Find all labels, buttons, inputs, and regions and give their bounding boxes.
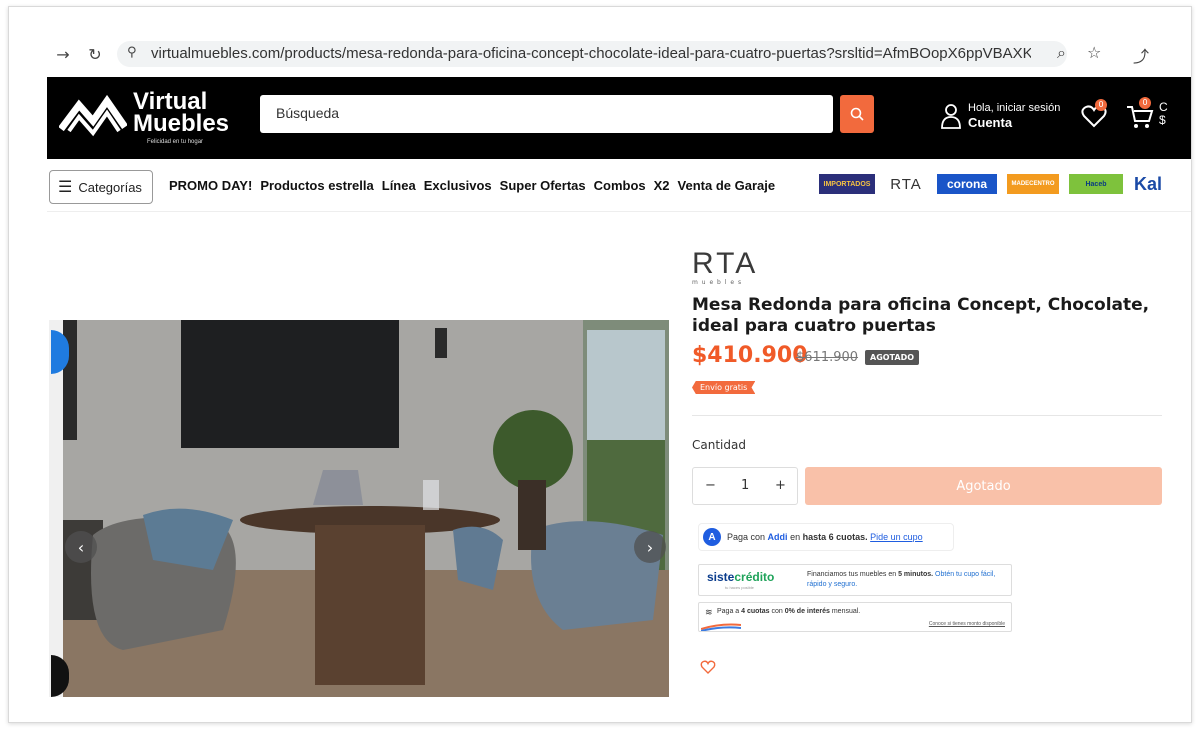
nav-link[interactable]: Línea — [382, 178, 416, 193]
installments-text: Paga a 4 cuotas con 0% de interés mensua… — [717, 608, 860, 615]
account-label: Cuenta — [968, 115, 1013, 130]
chevron-right-icon[interactable]: › — [634, 531, 666, 563]
installments-text-c: mensual. — [831, 608, 861, 615]
brand-logo-sub: m u e b l e s — [692, 279, 743, 286]
logo-line2: Muebles — [133, 110, 230, 137]
search-placeholder: Búsqueda — [276, 105, 340, 121]
menu-icon: ☰ — [58, 179, 73, 196]
search-input[interactable]: Búsqueda — [260, 95, 833, 133]
product-title: Mesa Redonda para oficina Concept, Choco… — [692, 295, 1150, 336]
installments-text-b: con — [771, 608, 783, 615]
cart-text-bottom: $ — [1159, 113, 1166, 127]
cart-text[interactable]: C $ — [1159, 101, 1168, 127]
sistecredito-logo-b: crédito — [734, 570, 775, 584]
sistecredito-logo: sistecrédito — [707, 570, 774, 584]
brand-logo-text: RTA — [692, 247, 759, 280]
sistecredito-msg-a: Financiamos tus muebles en — [807, 571, 897, 578]
sistecredito-logo-a: siste — [707, 570, 735, 584]
quantity-stepper: − 1 + — [692, 467, 798, 505]
addi-text-mid: en — [790, 532, 801, 542]
categories-label: Categorías — [78, 179, 142, 195]
brand-logo-corona[interactable]: corona — [937, 174, 997, 194]
installments-link[interactable]: Conoce si tienes monto disponible — [929, 621, 1005, 627]
logo-tagline: Felicidad en tu hogar — [147, 139, 204, 145]
zoom-icon[interactable]: ⌕ — [1057, 43, 1066, 63]
url-text[interactable]: virtualmuebles.com/products/mesa-redonda… — [151, 45, 1031, 62]
nav-link[interactable]: X2 — [654, 178, 670, 193]
sold-out-button[interactable]: Agotado — [805, 467, 1162, 505]
reload-icon[interactable]: ↻ — [85, 45, 105, 64]
logo-text[interactable]: Virtual Muebles — [133, 90, 230, 137]
addi-payment-banner: A Paga con Addi en hasta 6 cuotas. Pide … — [698, 523, 954, 551]
product-price: $410.900 — [692, 343, 808, 368]
nav-link[interactable]: Super Ofertas — [500, 178, 586, 193]
site-header: Virtual Muebles Felicidad en tu hogar Bú… — [47, 77, 1191, 159]
sold-out-badge: AGOTADO — [865, 350, 920, 365]
installments-interest: 0% de interés — [784, 608, 830, 615]
sistecredito-tagline: tu haces posible — [725, 585, 754, 590]
brand-logo-kal[interactable]: Kal — [1133, 174, 1163, 194]
address-bar[interactable]: ⚲ virtualmuebles.com/products/mesa-redon… — [117, 41, 1067, 67]
categories-button[interactable]: ☰ Categorías — [49, 170, 153, 204]
logo-icon[interactable] — [59, 87, 127, 137]
addi-apply-link[interactable]: Pide un cupo — [870, 532, 923, 542]
installments-text-a: Paga a — [717, 608, 740, 615]
forward-icon[interactable]: → — [53, 45, 73, 64]
browser-toolbar: → ↻ ⚲ virtualmuebles.com/products/mesa-r… — [9, 7, 1191, 77]
sistecredito-banner[interactable]: sistecrédito tu haces posible Financiamo… — [698, 564, 1012, 596]
star-icon[interactable]: ☆ — [1087, 43, 1101, 62]
installments-banner: ≋ Paga a 4 cuotas con 0% de interés mens… — [698, 602, 1012, 632]
gallery-prev-thumb — [49, 320, 63, 697]
addi-text: Paga con Addi en hasta 6 cuotas. Pide un… — [727, 532, 923, 542]
nav-link[interactable]: PROMO DAY! — [169, 178, 252, 193]
sistecredito-msg-bold: 5 minutos. — [898, 571, 934, 578]
brand-logo-madecentro[interactable]: MADECENTRO — [1007, 174, 1059, 194]
color-stripe-icon — [701, 623, 741, 631]
search-icon — [850, 107, 864, 121]
nav-link[interactable]: Venta de Garaje — [678, 178, 776, 193]
wishlist-heart-icon[interactable] — [700, 659, 716, 675]
addi-installments: hasta 6 cuotas. — [802, 532, 868, 542]
installments-count: 4 cuotas — [741, 608, 770, 615]
quantity-label: Cantidad — [692, 438, 746, 452]
nav-link[interactable]: Productos estrella — [260, 178, 373, 193]
addi-text-pre: Paga con — [727, 532, 766, 542]
brand-logo-haceb[interactable]: Haceb — [1069, 174, 1123, 194]
brand-logo-importados[interactable]: IMPORTADOS — [819, 174, 875, 194]
quantity-plus-button[interactable]: + — [775, 478, 786, 493]
category-nav: ☰ Categorías PROMO DAY! Productos estrel… — [47, 160, 1191, 212]
free-shipping-badge: Envío gratis — [692, 381, 756, 394]
brand-logo[interactable]: RTA m u e b l e s — [692, 247, 759, 287]
wishlist-count-badge: 0 — [1095, 99, 1107, 111]
cart-count-badge: 0 — [1139, 97, 1151, 109]
screenshot-frame: → ↻ ⚲ virtualmuebles.com/products/mesa-r… — [8, 6, 1192, 723]
addi-brand: Addi — [767, 532, 788, 542]
divider — [692, 415, 1162, 416]
office-photo — [63, 320, 669, 697]
account-greeting: Hola, iniciar sesión — [968, 102, 1061, 114]
brand-logos: IMPORTADOS RTA corona MADECENTRO Haceb K… — [819, 174, 1163, 194]
money-icon: ≋ — [705, 607, 713, 617]
quantity-minus-button[interactable]: − — [705, 478, 716, 493]
nav-link[interactable]: Combos — [594, 178, 646, 193]
nav-links: PROMO DAY! Productos estrella Línea Excl… — [169, 178, 775, 193]
nav-link[interactable]: Exclusivos — [424, 178, 492, 193]
search-button[interactable] — [840, 95, 874, 133]
quantity-input[interactable]: 1 — [741, 478, 749, 493]
product-old-price: $611.900 — [796, 350, 859, 365]
share-icon[interactable]: ⤴ — [1133, 43, 1149, 67]
tune-icon[interactable]: ⚲ — [127, 45, 137, 60]
user-icon — [941, 104, 961, 129]
product-image[interactable] — [63, 320, 669, 697]
chevron-left-icon[interactable]: ‹ — [65, 531, 97, 563]
sistecredito-message: Financiamos tus muebles en 5 minutos. Ob… — [807, 570, 1007, 590]
addi-icon: A — [703, 528, 721, 546]
brand-logo-rta[interactable]: RTA — [885, 174, 927, 194]
